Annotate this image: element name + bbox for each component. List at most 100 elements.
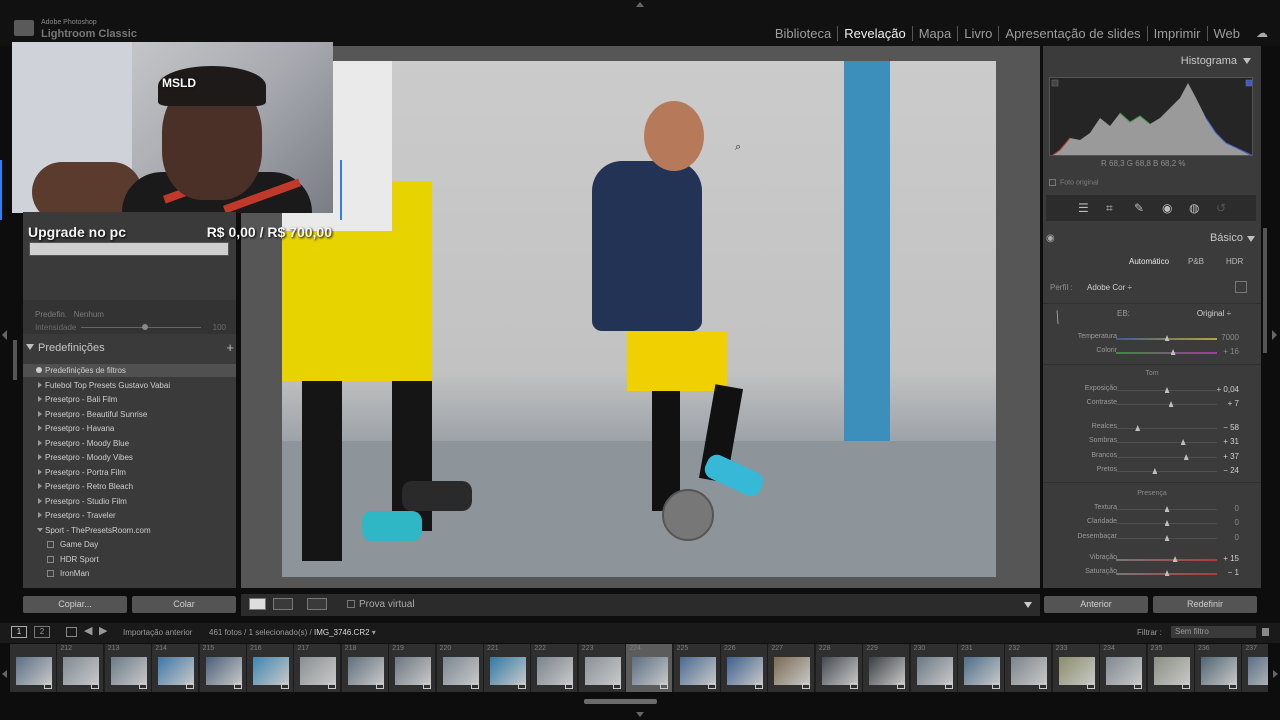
cloud-sync-icon[interactable]: ☁ — [1256, 26, 1268, 40]
filmstrip-thumbnail[interactable] — [1106, 657, 1143, 685]
collapse-triangle-icon[interactable] — [37, 527, 43, 532]
filmstrip-cell[interactable]: 218 — [341, 644, 389, 692]
filter-dot-icon[interactable] — [36, 367, 42, 373]
filmstrip-thumbnail[interactable] — [584, 657, 621, 685]
preset-row[interactable]: Presetpro - Portra Film — [23, 466, 236, 479]
preset-item-icon[interactable] — [47, 570, 54, 577]
slider-value[interactable]: + 37 — [1223, 452, 1239, 461]
right-scrollbar[interactable] — [1263, 228, 1267, 353]
red-eye-icon[interactable]: ◉ — [1162, 201, 1172, 215]
filmstrip-thumbnail[interactable] — [395, 657, 432, 685]
preset-row[interactable]: HDR Sport — [23, 553, 236, 566]
slider-track[interactable] — [1116, 352, 1217, 354]
expand-triangle-icon[interactable] — [38, 468, 42, 475]
toolbar-menu-chevron-icon[interactable] — [1024, 602, 1032, 608]
filmstrip-thumbnail[interactable] — [1011, 657, 1048, 685]
before-after-swap-icon[interactable] — [307, 598, 327, 610]
filmstrip-thumbnail[interactable] — [63, 657, 100, 685]
filmstrip-cell[interactable]: 232 — [1005, 644, 1053, 692]
filmstrip-cell[interactable]: 223 — [578, 644, 626, 692]
preset-row[interactable]: Presetpro - Traveler — [23, 509, 236, 522]
filmstrip-thumbnail[interactable] — [158, 657, 195, 685]
healing-eraser-icon[interactable]: ✎ — [1134, 201, 1144, 215]
reset-button[interactable]: Redefinir — [1153, 596, 1257, 613]
module-tab[interactable]: Biblioteca — [769, 26, 837, 41]
main-photo[interactable] — [282, 61, 996, 577]
intensity-slider-thumb[interactable] — [141, 324, 148, 330]
preset-item-icon[interactable] — [47, 555, 54, 563]
filmstrip-thumbnail[interactable] — [347, 657, 384, 685]
filter-lock-icon[interactable] — [1262, 628, 1269, 636]
forward-arrow-icon[interactable]: ▶ — [99, 624, 107, 637]
edit-sliders-icon[interactable]: ☰ — [1078, 201, 1089, 215]
filmstrip-thumbnail[interactable] — [632, 657, 669, 685]
preset-item-icon[interactable] — [47, 541, 54, 548]
filmstrip-thumbnail[interactable] — [110, 657, 147, 685]
filmstrip-thumbnail[interactable] — [1248, 657, 1268, 685]
filmstrip-thumbnail[interactable] — [821, 657, 858, 685]
filmstrip-cell[interactable]: 231 — [958, 644, 1005, 692]
slider-value[interactable]: + 0,04 — [1217, 385, 1239, 394]
filmstrip-cell[interactable]: 213 — [104, 644, 152, 692]
module-tab[interactable]: Imprimir — [1146, 26, 1207, 41]
basic-panel-header[interactable]: ◉ Básico — [1043, 232, 1261, 246]
paste-button[interactable]: Colar — [132, 596, 236, 613]
filmstrip-cell[interactable]: 225 — [673, 644, 721, 692]
preset-row[interactable]: Presetpro - Beautiful Sunrise — [23, 408, 236, 421]
masking-icon[interactable]: ◍ — [1189, 201, 1199, 215]
filmstrip-thumbnail[interactable] — [774, 657, 811, 685]
expand-triangle-icon[interactable] — [38, 439, 42, 446]
profile-select[interactable]: Adobe Cor ÷ — [1087, 283, 1132, 292]
slider-value[interactable]: 7000 — [1221, 333, 1239, 342]
slider-value[interactable]: 0 — [1235, 504, 1239, 513]
slider-value[interactable]: 0 — [1235, 518, 1239, 527]
preset-row[interactable]: Sport - ThePresetsRoom.com — [23, 524, 236, 537]
slider-track[interactable] — [1116, 559, 1217, 561]
filmstrip-thumbnail[interactable] — [253, 657, 289, 685]
eyedropper-icon[interactable]: ⟋ — [1048, 308, 1067, 327]
slider-value[interactable]: − 24 — [1223, 466, 1239, 475]
filmstrip-cell[interactable]: 217 — [294, 644, 342, 692]
module-tab[interactable]: Mapa — [911, 26, 958, 41]
treatment-bw-button[interactable]: P&B — [1188, 257, 1204, 266]
filmstrip-cell[interactable]: 237 — [1242, 644, 1268, 692]
loupe-view-icon[interactable] — [249, 598, 266, 610]
slider-value[interactable]: + 16 — [1223, 347, 1239, 356]
slider-track[interactable] — [1116, 428, 1217, 429]
preset-row[interactable]: Predefinições de filtros — [23, 364, 236, 377]
collapse-triangle-icon[interactable] — [26, 344, 34, 350]
filmstrip-thumbnail[interactable] — [537, 657, 574, 685]
filmstrip-cell[interactable]: 226 — [721, 644, 768, 692]
filmstrip-thumbnail[interactable] — [1153, 657, 1190, 685]
filmstrip-cell[interactable]: 228 — [815, 644, 863, 692]
expand-triangle-icon[interactable] — [38, 425, 42, 431]
preset-row[interactable]: Presetpro - Studio Film — [23, 495, 236, 508]
module-tab[interactable]: Livro — [957, 26, 998, 41]
filmstrip-scrollbar[interactable] — [584, 699, 657, 704]
expand-triangle-icon[interactable] — [38, 512, 42, 518]
white-balance-select[interactable]: Original ÷ — [1197, 309, 1231, 318]
filmstrip-left-arrow[interactable] — [2, 670, 7, 678]
filmstrip-cell[interactable]: 215 — [199, 644, 247, 692]
module-tab[interactable]: Web — [1206, 26, 1247, 41]
previous-button[interactable]: Anterior — [1044, 596, 1148, 613]
filmstrip-thumbnail[interactable] — [869, 657, 906, 685]
treatment-auto-button[interactable]: Automático — [1129, 257, 1169, 266]
slider-value[interactable]: + 15 — [1223, 554, 1239, 563]
filmstrip-cell[interactable]: 236 — [1195, 644, 1242, 692]
slider-track[interactable] — [1116, 471, 1217, 472]
filmstrip-cell[interactable]: 227 — [768, 644, 816, 692]
slider-value[interactable]: + 31 — [1223, 437, 1239, 446]
presets-panel-header[interactable]: Predefinições + — [23, 340, 236, 358]
filmstrip-thumbnail[interactable] — [300, 657, 337, 685]
slider-track[interactable] — [1116, 457, 1217, 458]
preset-row[interactable]: Presetpro - Moody Vibes — [23, 451, 236, 464]
collapse-top-arrow[interactable] — [636, 2, 644, 7]
left-panel-toggle-arrow[interactable] — [2, 330, 7, 340]
collapse-triangle-icon[interactable] — [1243, 58, 1251, 64]
filmstrip-cell[interactable]: 212 — [57, 644, 105, 692]
filmstrip-right-arrow[interactable] — [1273, 670, 1278, 678]
treatment-hdr-button[interactable]: HDR — [1226, 257, 1243, 266]
preset-row[interactable]: Presetpro - Havana — [23, 422, 236, 435]
filmstrip-cell[interactable]: 219 — [389, 644, 437, 692]
